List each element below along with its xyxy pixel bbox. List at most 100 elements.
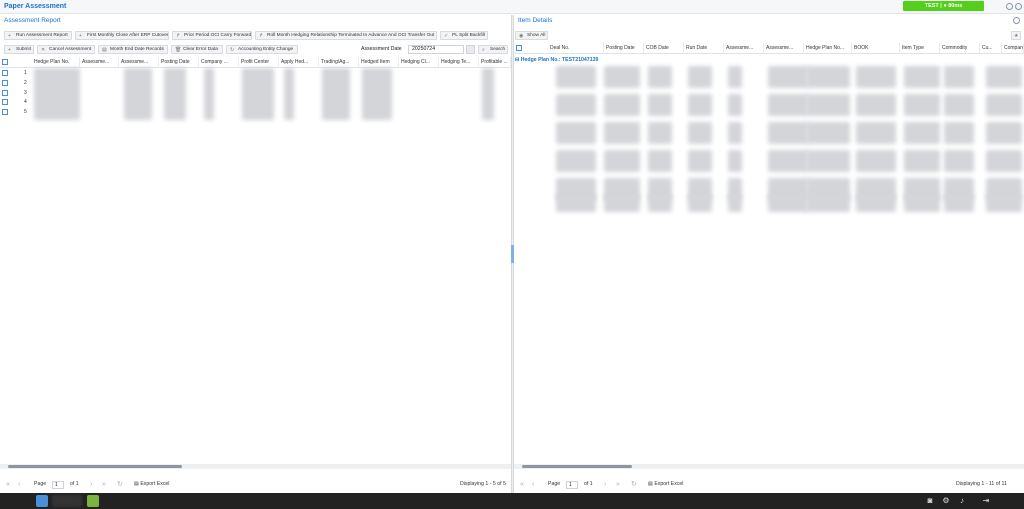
file-manager-app-icon[interactable] [87,495,99,507]
column-header[interactable]: Cu... [980,43,1002,54]
redacted-cell [986,94,1022,116]
column-header[interactable]: Company ... [199,57,239,68]
action-button-label: Accounting Entity Change [238,47,294,52]
blurred-app-icon[interactable] [52,495,82,507]
column-header[interactable]: Assessme... [80,57,119,68]
redacted-cell [728,194,742,212]
right-hscroll[interactable] [514,464,1024,469]
right-page-label: Page [548,481,561,487]
browser-app-icon[interactable] [36,495,48,507]
calendar-icon[interactable] [466,45,475,54]
column-header[interactable]: Trading/Ag... [319,57,359,68]
settings-star-icon[interactable]: ★ [1011,31,1021,40]
column-header[interactable]: Posting Date [159,57,199,68]
show-all-button[interactable]: ◉ Show All [515,31,548,40]
column-header[interactable]: Posting Date [604,43,644,54]
action-button-label: Clear Error Data [183,47,218,52]
column-header[interactable]: Compan... [1002,43,1024,54]
next-page-icon[interactable]: › [90,481,92,489]
column-header[interactable]: Item Type [900,43,940,54]
logout-icon[interactable]: ⇥ [981,496,991,506]
gear-icon[interactable]: ⚙ [941,496,951,506]
column-header[interactable]: COB Date [644,43,684,54]
minimize-icon[interactable] [1006,3,1013,10]
right-next-page-icon[interactable]: › [604,481,606,489]
first-page-icon[interactable]: « [6,481,10,489]
row-checkbox[interactable] [2,70,8,76]
column-header[interactable]: Profitable ... [479,57,511,68]
right-last-page-icon[interactable]: » [616,481,620,489]
right-export-excel-button[interactable]: ▤ Export Excel [648,481,683,487]
column-header[interactable]: Hedge Plan No... [804,43,852,54]
toolbar-button-icon: + [79,33,82,39]
redacted-cell [556,94,596,116]
redacted-cell [648,94,672,116]
action-button-2[interactable]: ✕ Cancel Assessment [37,45,95,54]
column-header[interactable]: Hedge Plan No. [32,57,80,68]
action-button-3[interactable]: ▤ Month End Date Records [98,45,168,54]
column-header[interactable]: Assessme... [119,57,159,68]
column-header[interactable]: Hedged Item [359,57,399,68]
column-header[interactable]: Run Date [684,43,724,54]
right-displaying-label: Displaying 1 - 11 of 11 [956,481,1007,487]
redacted-cell [856,194,896,212]
page-input[interactable]: 1 [52,481,64,489]
group-row-hedge-plan[interactable]: ⊟ Hedge Plan No.: TEST21047139 [515,57,598,63]
column-header[interactable]: Apply Hed... [279,57,319,68]
search-button[interactable]: ⌕ Search [478,45,508,54]
toolbar-button-label: First Monthly Close After ERP Cutover [87,33,169,38]
export-excel-button[interactable]: ▤ Export Excel [134,481,169,487]
redacted-cell [768,150,808,172]
row-checkbox[interactable] [2,99,8,106]
column-header[interactable]: Profit Center [239,57,279,68]
redacted-cell [944,66,974,88]
column-header[interactable]: Assessme... [764,43,804,54]
column-header[interactable]: Hedging Cl... [399,57,439,68]
column-header[interactable]: Deal No. [548,43,604,54]
action-button-5[interactable]: ↻ Accounting Entity Change [226,45,298,54]
row-number: 3 [24,89,27,96]
right-prev-page-icon[interactable]: ‹ [532,481,534,489]
column-header[interactable]: Commodity [940,43,980,54]
column-header[interactable]: BOOK [852,43,900,54]
right-hscroll-thumb[interactable] [522,465,632,468]
toolbar-button-icon: ✓ [444,33,449,39]
user-icon[interactable]: ◙ [925,496,935,506]
right-select-all-checkbox[interactable] [516,45,522,51]
action-button-label: Submit [16,47,31,52]
refresh-icon[interactable]: ↻ [117,481,123,489]
row-checkbox[interactable] [2,109,8,116]
column-header[interactable]: Hedging Te... [439,57,479,68]
right-page-input[interactable]: 1 [566,481,578,489]
close-icon[interactable] [1015,3,1022,10]
bell-icon[interactable]: ♪ [957,496,967,506]
select-all-checkbox[interactable] [2,59,8,65]
page-of-label: of 1 [70,481,79,487]
taskbar: ◙ ⚙ ♪ ⇥ [0,493,1024,509]
info-icon[interactable] [1013,17,1020,24]
toolbar-button-4[interactable]: ↱ Roll Month Hedging Relationship Termina… [255,31,437,40]
action-button-4[interactable]: 🗑 Clear Error Data [171,45,223,54]
row-checkbox[interactable] [2,79,8,86]
redacted-cell [806,194,850,212]
row-number: 1 [24,70,27,76]
left-hscroll[interactable] [0,464,511,469]
toolbar-button-icon: + [8,33,11,39]
left-hscroll-thumb[interactable] [8,465,182,468]
toolbar-button-1[interactable]: + Run Assessment Report [4,31,72,40]
row-checkbox[interactable] [2,89,8,96]
toolbar-button-2[interactable]: + First Monthly Close After ERP Cutover [75,31,169,40]
column-header[interactable]: Assessme... [724,43,764,54]
redacted-cell [944,150,974,172]
action-button-1[interactable]: + Submit [4,45,34,54]
last-page-icon[interactable]: » [102,481,106,489]
right-first-page-icon[interactable]: « [520,481,524,489]
toolbar-button-3[interactable]: ↱ Prior Period OCI Carry Forward [172,31,252,40]
right-refresh-icon[interactable]: ↻ [631,481,637,489]
search-icon: ⌕ [482,47,485,53]
assessment-date-input[interactable]: 20250724 [408,45,464,54]
prev-page-icon[interactable]: ‹ [18,481,20,489]
splitter-handle[interactable] [511,245,514,263]
redacted-cell [986,122,1022,144]
toolbar-button-5[interactable]: ✓ PL Split Backfill [440,31,488,40]
